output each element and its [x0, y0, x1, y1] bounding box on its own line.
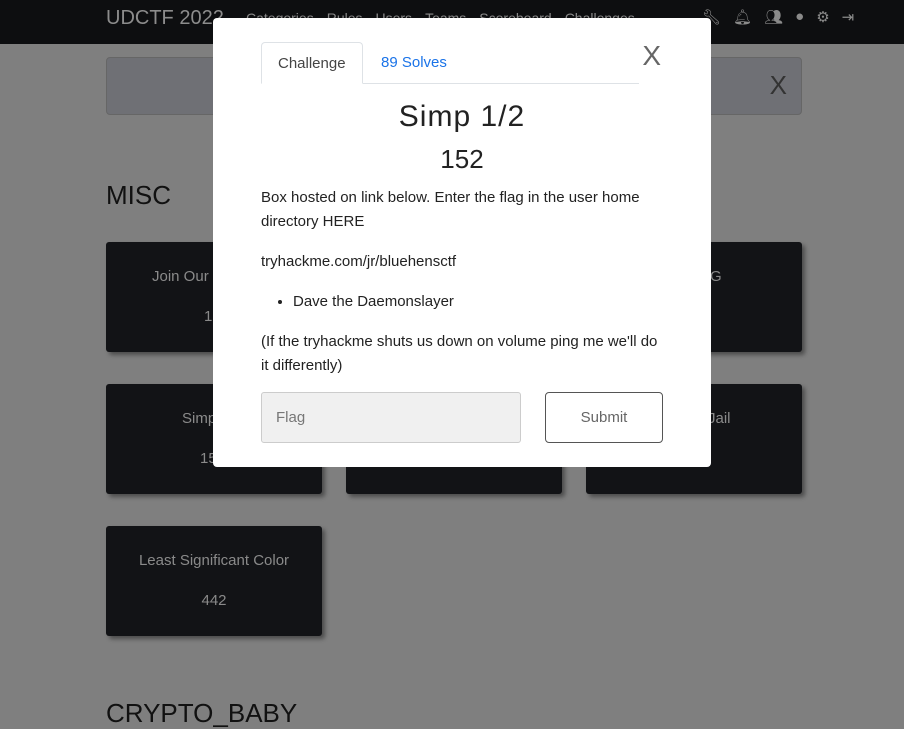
cogs-icon[interactable]: ⚙	[816, 8, 829, 26]
users-icon[interactable]: 👥︎	[764, 8, 783, 26]
description-text: Box hosted on link below. Enter the flag…	[261, 189, 640, 230]
brand[interactable]: UDCTF 2022	[106, 7, 224, 30]
challenge-modal: Challenge 89 Solves X Simp 1/2 152 Box h…	[213, 18, 711, 467]
bullet-item: Dave the Daemonslayer	[293, 290, 666, 314]
bell-icon[interactable]: 🔔︎	[733, 8, 752, 26]
modal-tabs: Challenge 89 Solves	[261, 42, 639, 84]
description-link: tryhackme.com/jr/bluehensctf	[261, 253, 457, 270]
tab-challenge[interactable]: Challenge	[261, 42, 363, 84]
challenge-card[interactable]: Least Significant Color 442	[106, 526, 322, 636]
card-title: Least Significant Color	[138, 552, 290, 569]
card-title: Simp	[182, 410, 217, 427]
section-misc: MISC	[106, 180, 171, 210]
challenge-title: Simp 1/2	[398, 100, 526, 133]
submit-button[interactable]: Submit	[545, 392, 663, 443]
flag-input[interactable]	[261, 392, 521, 443]
section-crypto-baby: CRYPTO_BABY	[106, 698, 298, 728]
card-value: 442	[201, 592, 227, 609]
challenge-description: Box hosted on link below. Enter the flag…	[261, 186, 666, 394]
tab-solves[interactable]: 89 Solves	[365, 42, 463, 84]
description-note: (If the tryhackme shuts us down on volum…	[261, 333, 658, 374]
card-value: 1	[204, 308, 213, 325]
user-circle-icon[interactable]: ●	[795, 8, 804, 26]
alert-close-icon[interactable]: X	[770, 70, 787, 101]
challenge-value: 152	[440, 144, 484, 174]
logout-icon[interactable]: ⇥	[842, 8, 855, 26]
card-title: G	[710, 268, 722, 285]
close-icon[interactable]: X	[642, 40, 661, 72]
card-title: Jail	[708, 410, 731, 427]
card-title: Join Our	[152, 268, 209, 285]
